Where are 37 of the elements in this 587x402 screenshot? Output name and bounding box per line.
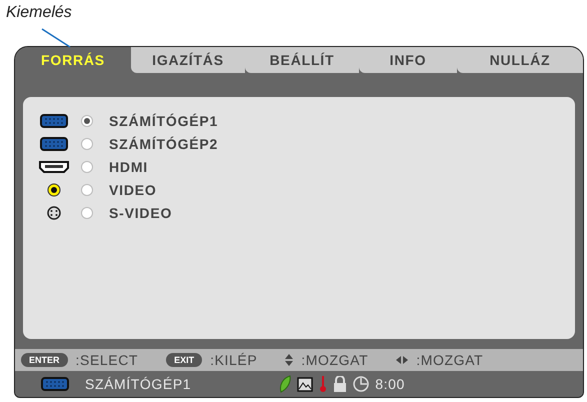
up-down-arrows-icon [285,354,294,366]
vga-connector-icon [40,136,68,150]
lock-icon [333,376,348,392]
timer-text: 8:00 [375,376,405,392]
hint-label: :SELECT [76,352,138,368]
annotation-label: Kiemelés [6,4,72,22]
s-video-connector-icon [47,206,61,220]
picture-icon [297,376,314,392]
radio-button[interactable] [81,184,93,196]
radio-button[interactable] [81,138,93,150]
menu-tab[interactable]: INFO [359,47,457,73]
key-badge: ENTER [21,353,68,367]
rca-jack-icon [47,182,61,196]
hdmi-connector-icon [39,160,69,172]
current-source-label: SZÁMÍTÓGÉP1 [85,376,192,392]
key-badge: EXIT [166,353,202,367]
hint-label: :KILÉP [210,352,258,368]
clock-icon [353,376,370,392]
hint-label: :MOZGAT [301,352,368,368]
radio-button[interactable] [81,114,93,126]
thermometer-icon [319,376,328,392]
vga-connector-icon [40,114,68,128]
radio-button[interactable] [81,160,93,172]
menu-tab[interactable]: NULLÁZ [457,47,583,73]
vga-connector-icon [41,377,69,391]
menu-tab[interactable]: IGAZÍTÁS [131,47,245,73]
leaf-icon [279,375,292,393]
left-right-arrows-icon [396,356,408,364]
source-label: SZÁMÍTÓGÉP1 [109,112,218,128]
radio-button[interactable] [81,206,93,218]
menu-tab[interactable]: BEÁLLÍT [245,47,359,73]
leader-line [40,27,72,49]
source-label: SZÁMÍTÓGÉP2 [109,136,218,152]
hint-label: :MOZGAT [416,352,484,368]
source-label: VIDEO [109,182,157,198]
source-label: S-VIDEO [109,204,172,220]
source-label: HDMI [109,158,148,174]
